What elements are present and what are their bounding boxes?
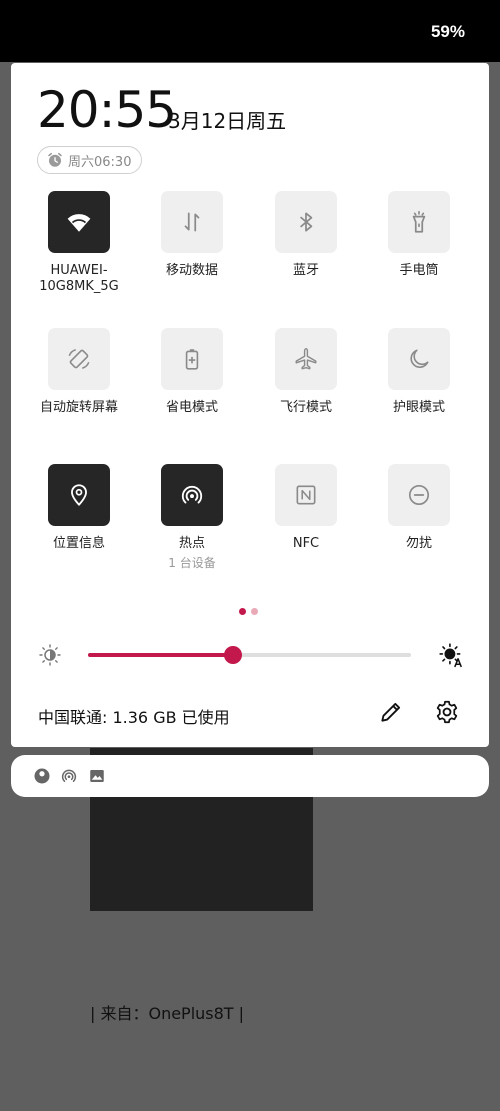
tile-flashlight[interactable]: 手电筒	[364, 191, 474, 279]
tile-battery-saver-label: 省电模式	[165, 400, 218, 415]
wifi-icon	[67, 214, 91, 232]
tile-auto-rotate[interactable]: 自动旋转屏幕	[24, 328, 134, 416]
tile-eye-comfort-label: 护眼模式	[392, 400, 445, 415]
nfc-icon	[296, 485, 316, 505]
tile-mobile-data-button[interactable]	[161, 191, 223, 253]
image-icon	[90, 770, 104, 782]
location-icon	[71, 484, 87, 506]
tile-auto-rotate-button[interactable]	[48, 328, 110, 390]
battery-saver-icon	[185, 349, 199, 370]
tile-wifi-button[interactable]	[48, 191, 110, 253]
tile-hotspot-label: 热点	[178, 536, 205, 551]
tile-location[interactable]: 位置信息	[24, 464, 134, 552]
alarm-clock-icon	[48, 152, 62, 167]
tile-hotspot-sublabel: 1 台设备	[168, 556, 216, 570]
tile-do-not-disturb-button[interactable]	[388, 464, 450, 526]
background-app-text: | 来自：OnePlus8T |	[90, 1004, 245, 1023]
tile-bluetooth[interactable]: 蓝牙	[251, 191, 361, 279]
auto-brightness-icon[interactable]	[438, 642, 464, 668]
hotspot-icon	[61, 769, 77, 782]
edit-pencil-icon[interactable]	[378, 699, 404, 725]
tile-eye-comfort[interactable]: 护眼模式	[364, 328, 474, 416]
tile-eye-comfort-button[interactable]	[388, 328, 450, 390]
next-alarm-label: 周六06:30	[68, 154, 132, 170]
do-not-disturb-icon	[408, 484, 430, 506]
brightness-slider-fill	[88, 653, 234, 657]
tile-bluetooth-button[interactable]	[275, 191, 337, 253]
tile-nfc-button[interactable]	[275, 464, 337, 526]
face-icon	[34, 768, 50, 784]
tile-location-button[interactable]	[48, 464, 110, 526]
tile-flashlight-label: 手电筒	[399, 263, 439, 278]
tile-location-label: 位置信息	[52, 536, 105, 551]
tile-nfc-label: NFC	[292, 536, 320, 551]
airplane-icon	[295, 348, 317, 370]
tile-mobile-data[interactable]: 移动数据	[137, 191, 247, 279]
tile-airplane-mode[interactable]: 飞行模式	[251, 328, 361, 416]
next-alarm-chip[interactable]: 周六06:30	[37, 146, 143, 174]
tile-auto-rotate-label: 自动旋转屏幕	[39, 400, 118, 415]
tile-do-not-disturb-label: 勿扰	[405, 536, 432, 551]
notification-icon-strip[interactable]	[11, 755, 489, 797]
tile-battery-saver-button[interactable]	[161, 328, 223, 390]
moon-icon	[410, 349, 429, 368]
page-dot-2[interactable]	[251, 608, 258, 615]
flashlight-icon	[412, 210, 426, 233]
tile-bluetooth-label: 蓝牙	[292, 263, 319, 278]
battery-percentage: 59%	[430, 22, 465, 41]
status-bar: 59%	[0, 0, 500, 62]
bluetooth-icon	[300, 212, 313, 232]
tile-hotspot[interactable]: 热点 1 台设备	[137, 464, 247, 571]
tile-battery-saver[interactable]: 省电模式	[137, 328, 247, 416]
tile-airplane-mode-button[interactable]	[275, 328, 337, 390]
page-indicator	[239, 608, 258, 615]
quick-settings-panel: 20:55 3月12日周五 周六06:30 HUAWEI-10G8MK_5G 移…	[11, 63, 489, 747]
brightness-low-icon	[39, 644, 61, 666]
carrier-data-usage[interactable]: 中国联通: 1.36 GB 已使用	[38, 704, 230, 728]
tile-wifi-label: HUAWEI-10G8MK_5G	[39, 263, 119, 294]
tile-hotspot-button[interactable]	[161, 464, 223, 526]
tile-do-not-disturb[interactable]: 勿扰	[364, 464, 474, 552]
hotspot-icon	[181, 485, 203, 504]
settings-gear-icon[interactable]	[434, 699, 460, 725]
clock-time[interactable]: 20:55	[37, 81, 177, 139]
tile-flashlight-button[interactable]	[388, 191, 450, 253]
tile-airplane-mode-label: 飞行模式	[279, 400, 332, 415]
brightness-row	[11, 639, 489, 671]
clock-date[interactable]: 3月12日周五	[168, 105, 286, 134]
brightness-slider-thumb[interactable]	[224, 646, 243, 664]
page-dot-1[interactable]	[239, 608, 246, 615]
tile-nfc[interactable]: NFC	[251, 464, 361, 552]
tile-mobile-data-label: 移动数据	[165, 263, 218, 278]
mobile-data-icon	[184, 212, 200, 232]
auto-rotate-icon	[68, 349, 90, 369]
tile-wifi[interactable]: HUAWEI-10G8MK_5G	[24, 191, 134, 295]
brightness-slider[interactable]	[88, 646, 411, 664]
